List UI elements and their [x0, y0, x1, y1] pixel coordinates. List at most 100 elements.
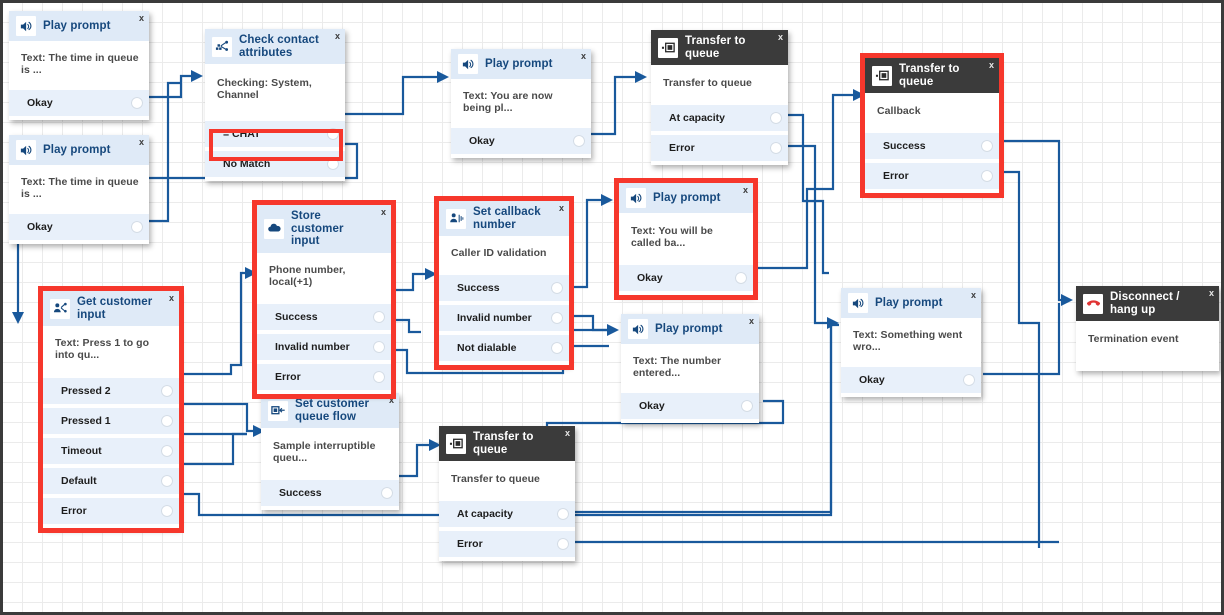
port-pressed-2[interactable]: Pressed 2 [43, 378, 179, 404]
port-okay[interactable]: Okay [619, 265, 753, 291]
port-connector-dot[interactable] [741, 400, 753, 412]
node-header[interactable]: Set callback number x [439, 201, 569, 236]
port-connector-dot[interactable] [161, 415, 173, 427]
close-icon[interactable]: x [1209, 289, 1214, 298]
port-connector-dot[interactable] [161, 475, 173, 487]
port-connector-dot[interactable] [373, 310, 385, 323]
port-not-dialable[interactable]: Not dialable [439, 335, 569, 361]
node-header[interactable]: Transfer to queue x [865, 58, 999, 93]
close-icon[interactable]: x [389, 396, 394, 405]
close-icon[interactable]: x [169, 294, 174, 303]
port-connector-dot[interactable] [770, 112, 782, 124]
port-at-capacity[interactable]: At capacity [439, 501, 575, 527]
port-connector-dot[interactable] [735, 272, 747, 284]
port-error[interactable]: Error [43, 498, 179, 524]
port-connector-dot[interactable] [551, 312, 563, 324]
node-header[interactable]: Store customer input x [257, 205, 391, 253]
node-play-prompt-something-wrong[interactable]: Play prompt x Text: Something went wro..… [841, 288, 981, 397]
port-connector-dot[interactable] [551, 282, 563, 294]
node-transfer-to-queue-callback[interactable]: Transfer to queue x Callback Success Err… [860, 53, 1004, 198]
port-invalid-number[interactable]: Invalid number [439, 305, 569, 331]
port-error[interactable]: Error [651, 135, 788, 161]
port-connector-dot[interactable] [557, 508, 569, 520]
port-success[interactable]: Success [439, 275, 569, 301]
port-okay[interactable]: Okay [841, 367, 981, 393]
close-icon[interactable]: x [778, 33, 783, 42]
port-connector-dot[interactable] [981, 170, 993, 182]
port-invalid-number[interactable]: Invalid number [257, 333, 391, 360]
port-connector-dot[interactable] [981, 140, 993, 152]
port-connector-dot[interactable] [161, 385, 173, 397]
node-header[interactable]: Play prompt x [9, 11, 149, 41]
close-icon[interactable]: x [139, 14, 144, 23]
port-connector-dot[interactable] [573, 135, 585, 147]
port-label: Success [883, 140, 926, 152]
port-okay[interactable]: Okay [451, 128, 591, 154]
node-get-customer-input[interactable]: Get customer input x Text: Press 1 to go… [38, 286, 184, 533]
node-set-customer-queue-flow[interactable]: Set customer queue flow x Sample interru… [261, 393, 399, 510]
node-header[interactable]: Check contact attributes x [205, 29, 345, 64]
port-connector-dot[interactable] [161, 445, 173, 457]
close-icon[interactable]: x [743, 186, 748, 195]
port-error[interactable]: Error [439, 531, 575, 557]
port-connector-dot[interactable] [551, 342, 563, 354]
port-error[interactable]: Error [865, 163, 999, 189]
port-timeout[interactable]: Timeout [43, 438, 179, 464]
close-icon[interactable]: x [139, 138, 144, 147]
port-connector-dot[interactable] [161, 505, 173, 517]
port-no-match[interactable]: No Match [205, 151, 345, 177]
node-header[interactable]: Play prompt x [451, 49, 591, 79]
node-transfer-to-queue-bottom[interactable]: Transfer to queue x Transfer to queue At… [439, 426, 575, 561]
node-disconnect-hang-up[interactable]: Disconnect / hang up x Termination event [1076, 286, 1219, 371]
close-icon[interactable]: x [335, 32, 340, 41]
close-icon[interactable]: x [559, 204, 564, 213]
port-at-capacity[interactable]: At capacity [651, 105, 788, 131]
node-header[interactable]: Play prompt x [621, 314, 759, 344]
close-icon[interactable]: x [381, 208, 386, 217]
port-connector-dot[interactable] [770, 142, 782, 154]
node-header[interactable]: Play prompt x [9, 135, 149, 165]
node-check-contact-attributes[interactable]: Check contact attributes x Checking: Sys… [205, 29, 345, 181]
port-connector-dot[interactable] [963, 374, 975, 386]
port-error[interactable]: Error [257, 363, 391, 390]
node-transfer-to-queue-top[interactable]: Transfer to queue x Transfer to queue At… [651, 30, 788, 165]
node-header[interactable]: Get customer input x [43, 291, 179, 326]
close-icon[interactable]: x [749, 317, 754, 326]
node-play-prompt-called-back[interactable]: Play prompt x Text: You will be called b… [614, 178, 758, 300]
node-set-callback-number[interactable]: Set callback number x Caller ID validati… [434, 196, 574, 370]
port-connector-dot[interactable] [373, 340, 385, 353]
port-connector-dot[interactable] [381, 487, 393, 499]
port-connector-dot[interactable] [131, 221, 143, 233]
port-okay[interactable]: Okay [621, 393, 759, 419]
port-pressed-1[interactable]: Pressed 1 [43, 408, 179, 434]
close-icon[interactable]: x [565, 429, 570, 438]
port-okay[interactable]: Okay [9, 214, 149, 240]
port-connector-dot[interactable] [373, 370, 385, 383]
port-default[interactable]: Default [43, 468, 179, 494]
node-header[interactable]: Transfer to queue x [439, 426, 575, 461]
node-header[interactable]: Play prompt x [841, 288, 981, 318]
port-success[interactable]: Success [865, 133, 999, 159]
port-connector-dot[interactable] [131, 97, 143, 109]
node-play-prompt-queue-1[interactable]: Play prompt x Text: The time in queue is… [9, 11, 149, 120]
close-icon[interactable]: x [581, 52, 586, 61]
node-play-prompt-number-entered[interactable]: Play prompt x Text: The number entered..… [621, 314, 759, 423]
node-header[interactable]: Set customer queue flow x [261, 393, 399, 428]
port-success[interactable]: Success [261, 480, 399, 506]
port-equals-chat[interactable]: = CHAT [205, 121, 345, 147]
port-success[interactable]: Success [257, 303, 391, 330]
flow-canvas[interactable]: Play prompt x Text: The time in queue is… [0, 0, 1224, 615]
node-store-customer-input[interactable]: Store customer input x Phone number, loc… [252, 200, 396, 399]
port-connector-dot[interactable] [557, 538, 569, 550]
close-icon[interactable]: x [971, 291, 976, 300]
node-title: Play prompt [43, 19, 111, 32]
node-header[interactable]: Play prompt x [619, 183, 753, 213]
close-icon[interactable]: x [989, 61, 994, 70]
port-connector-dot[interactable] [327, 128, 339, 140]
node-play-prompt-being-placed[interactable]: Play prompt x Text: You are now being pl… [451, 49, 591, 158]
node-header[interactable]: Disconnect / hang up x [1076, 286, 1219, 321]
port-connector-dot[interactable] [327, 158, 339, 170]
node-play-prompt-queue-2[interactable]: Play prompt x Text: The time in queue is… [9, 135, 149, 244]
node-header[interactable]: Transfer to queue x [651, 30, 788, 65]
port-okay[interactable]: Okay [9, 90, 149, 116]
